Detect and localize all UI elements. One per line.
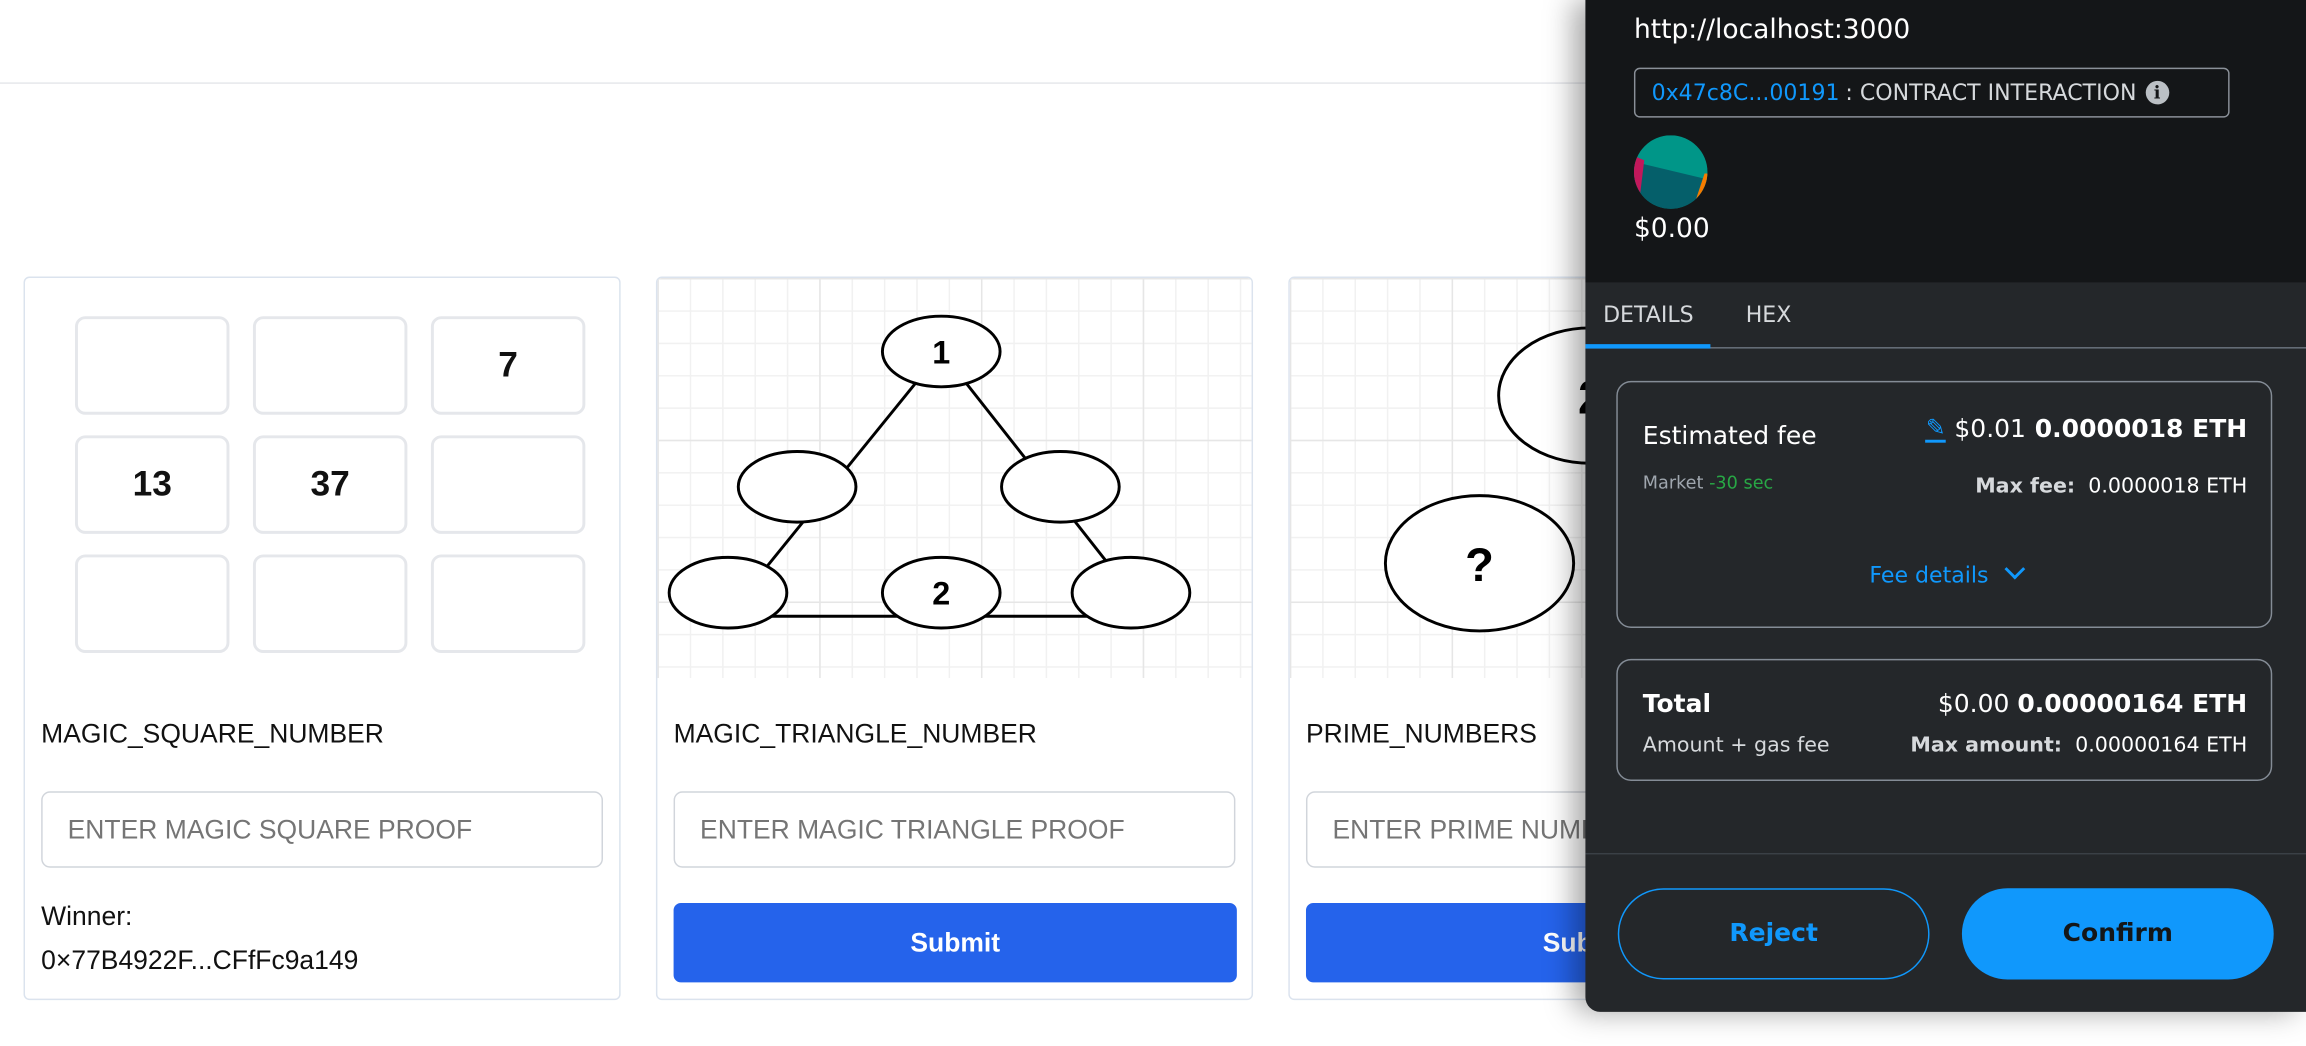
puzzle-card-magic-square: 7 1337 MAGIC_SQUARE_NUMBER Winner: 0×77B4… <box>23 276 621 1001</box>
estimated-fee-label: Estimated fee <box>1642 422 1817 452</box>
magic-square-cell <box>430 554 586 653</box>
puzzle-card-magic-triangle: 12 MAGIC_TRIANGLE_NUMBER Submit <box>655 276 1254 1001</box>
confirm-button[interactable]: Confirm <box>1961 888 2274 980</box>
submit-button[interactable]: Submit <box>673 903 1237 983</box>
puzzle-title: MAGIC_SQUARE_NUMBER <box>41 719 384 749</box>
contract-label: : CONTRACT INTERACTION <box>1845 79 2137 106</box>
magic-square-cell <box>252 554 408 653</box>
svg-text:2: 2 <box>932 575 950 611</box>
magic-square-cell <box>75 554 230 653</box>
triangle-node <box>736 450 858 524</box>
total-box: Total $0.00 0.00000164 ETH Amount + gas … <box>1616 658 2273 781</box>
total-sub-label: Amount + gas fee <box>1642 733 1830 758</box>
triangle-node <box>667 555 789 630</box>
magic-square-cell <box>75 316 230 415</box>
triangle-node <box>1070 555 1192 630</box>
magic-square-cell: 7 <box>430 316 586 415</box>
origin-url: http://localhost:3000 <box>1633 14 1911 46</box>
estimated-fee-fiat: $0.01 <box>1954 414 2026 445</box>
fee-details-toggle[interactable]: Fee details <box>1618 558 2274 588</box>
magic-square-cell: 37 <box>252 435 408 534</box>
contract-address-link[interactable]: 0x47c8C...00191 <box>1652 79 1840 105</box>
wallet-confirmation-popup: http://localhost:3000 0x47c8C...00191 : … <box>1585 0 2306 1012</box>
total-label: Total <box>1642 689 1712 720</box>
tab-details[interactable]: DETAILS <box>1603 301 1694 327</box>
estimated-fee-values: ✎ $0.01 0.0000018 ETH <box>1925 414 2248 445</box>
max-fee-label: Max fee: <box>1975 475 2076 499</box>
magic-triangle-image: 12 <box>657 277 1252 678</box>
account-identicon <box>1633 135 1708 209</box>
triangle-node <box>1000 450 1121 524</box>
magic-triangle-proof-input[interactable] <box>673 791 1236 868</box>
winner-label: Winner: <box>41 901 133 931</box>
magic-square-cell <box>430 435 586 534</box>
magic-square-proof-input[interactable] <box>41 791 603 868</box>
triangle-node: 1 <box>880 314 1002 389</box>
magic-square-cell: 13 <box>75 435 230 534</box>
fee-time: -30 sec <box>1709 472 1774 493</box>
contract-badge: 0x47c8C...00191 : CONTRACT INTERACTION i <box>1633 67 2230 118</box>
estimated-fee-box: Estimated fee ✎ $0.01 0.0000018 ETH Mark… <box>1616 380 2274 628</box>
max-amount: Max amount: 0.00000164 ETH <box>1910 734 2247 758</box>
total-values: $0.00 0.00000164 ETH <box>1938 690 2247 719</box>
tab-hex[interactable]: HEX <box>1746 301 1792 327</box>
edit-pencil-icon[interactable]: ✎ <box>1925 415 1946 443</box>
puzzle-title: MAGIC_TRIANGLE_NUMBER <box>673 719 1037 749</box>
fee-details-link[interactable]: Fee details <box>1869 562 1988 588</box>
max-fee: Max fee: 0.0000018 ETH <box>1975 475 2247 499</box>
max-amount-label: Max amount: <box>1910 733 2063 758</box>
total-eth: 0.00000164 ETH <box>2017 689 2248 720</box>
magic-square-cell <box>252 316 408 415</box>
fee-speed: Market -30 sec <box>1643 472 1774 493</box>
max-fee-value: 0.0000018 ETH <box>2088 475 2248 499</box>
estimated-fee-eth: 0.0000018 ETH <box>2034 414 2248 445</box>
winner-address: 0×77B4922F...CFfFc9a149 <box>41 945 359 976</box>
triangle-node: 2 <box>880 555 1002 630</box>
svg-text:1: 1 <box>932 334 950 370</box>
svg-text:?: ? <box>1465 538 1494 591</box>
puzzle-title: PRIME_NUMBERS <box>1305 719 1537 749</box>
total-fiat: $0.00 <box>1937 689 2010 720</box>
reject-button[interactable]: Reject <box>1617 888 1930 980</box>
footer-divider <box>1585 853 2306 855</box>
info-icon[interactable]: i <box>2145 80 2169 105</box>
max-amount-value: 0.00000164 ETH <box>2075 733 2248 758</box>
market-label: Market <box>1642 472 1704 493</box>
active-tab-indicator <box>1585 344 1711 349</box>
chevron-down-icon <box>2004 558 2026 580</box>
node: ? <box>1383 494 1576 633</box>
magic-square-grid: 7 13 37 <box>25 278 619 678</box>
transaction-amount: $0.00 <box>1633 213 1710 245</box>
